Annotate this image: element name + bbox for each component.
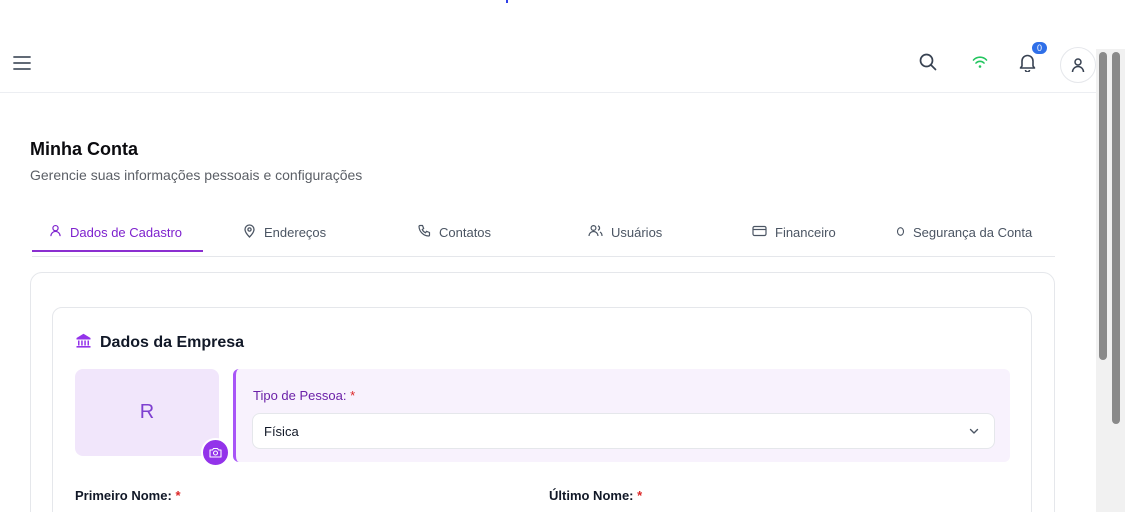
tab-label: Endereços — [264, 224, 327, 240]
search-icon[interactable] — [916, 50, 940, 74]
required-mark: * — [175, 488, 181, 503]
top-bar — [0, 32, 1096, 93]
menu-icon[interactable] — [10, 51, 34, 75]
shield-icon — [896, 225, 905, 240]
credit-card-icon — [752, 225, 767, 240]
wifi-icon — [968, 50, 992, 74]
tab-dados-de-cadastro[interactable]: Dados de Cadastro — [49, 212, 182, 252]
tab-contatos[interactable]: Contatos — [418, 212, 491, 252]
last-name-label: Último Nome: * — [549, 488, 642, 503]
tab-label: Financeiro — [775, 224, 836, 240]
page-subtitle: Gerencie suas informações pessoais e con… — [30, 167, 363, 183]
notification-badge: 0 — [1031, 41, 1048, 55]
required-mark: * — [637, 488, 643, 503]
phone-icon — [418, 224, 431, 240]
company-section-title: Dados da Empresa — [75, 332, 244, 354]
first-name-label: Primeiro Nome: * — [75, 488, 181, 503]
company-avatar: R — [75, 369, 219, 456]
users-icon — [588, 224, 603, 240]
tab-seguranca-da-conta[interactable]: Segurança da Conta — [896, 212, 1032, 252]
user-avatar-button[interactable] — [1060, 47, 1096, 83]
tab-financeiro[interactable]: Financeiro — [752, 212, 836, 252]
map-pin-icon — [243, 223, 256, 241]
person-type-select[interactable]: Física — [252, 413, 995, 449]
tab-label: Contatos — [439, 224, 492, 240]
top-indicator — [506, 0, 508, 3]
person-type-label: Tipo de Pessoa: * — [253, 388, 355, 403]
tab-label: Usuários — [611, 224, 663, 240]
account-tabs: Dados de Cadastro Endereços Contatos Usu… — [32, 212, 1055, 257]
tab-usuarios[interactable]: Usuários — [588, 212, 662, 252]
person-type-label-text: Tipo de Pessoa: — [253, 388, 347, 403]
page-title: Minha Conta — [30, 139, 138, 159]
active-tab-indicator — [32, 250, 203, 252]
person-type-value: Física — [264, 423, 299, 439]
bank-icon — [75, 332, 92, 354]
last-name-label-text: Último Nome: — [549, 488, 634, 503]
user-icon — [49, 224, 62, 240]
tab-enderecos[interactable]: Endereços — [243, 212, 326, 252]
required-mark: * — [350, 388, 356, 403]
section-title-text: Dados da Empresa — [100, 334, 245, 351]
tab-label: Dados de Cadastro — [70, 224, 183, 240]
scrollbar-thumb[interactable] — [1099, 52, 1107, 360]
camera-icon[interactable] — [201, 438, 230, 467]
first-name-label-text: Primeiro Nome: — [75, 488, 172, 503]
chevron-down-icon — [968, 425, 980, 440]
scrollbar-thumb-outer[interactable] — [1112, 52, 1120, 424]
tab-label: Segurança da Conta — [913, 224, 1033, 240]
